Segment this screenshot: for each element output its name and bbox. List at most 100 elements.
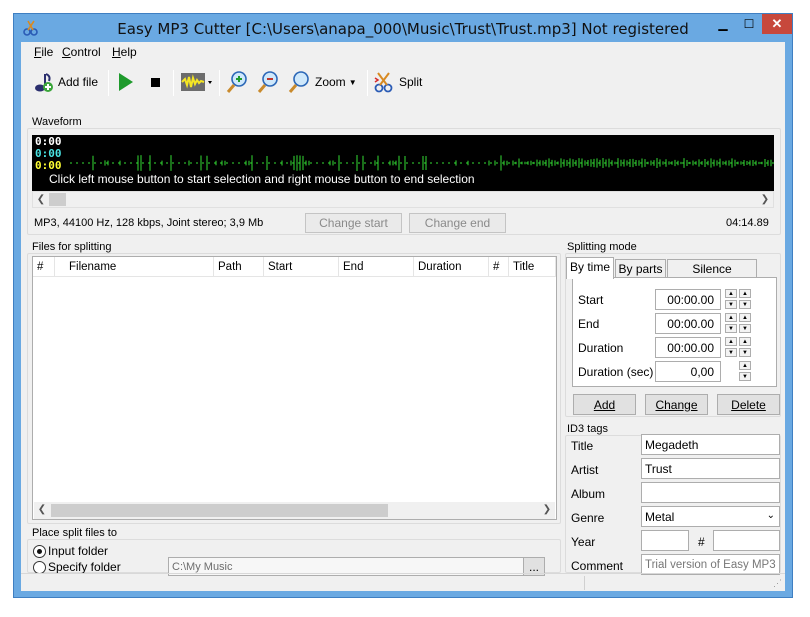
input-folder-label[interactable]: Input folder	[48, 544, 108, 558]
chevron-up-icon[interactable]: ▲	[739, 361, 751, 370]
start-spinner[interactable]: ▲ ▼	[725, 289, 737, 309]
comment-input[interactable]: Trial version of Easy MP3 Cu	[641, 554, 780, 575]
split-button[interactable]: Split	[372, 68, 422, 96]
maximize-button[interactable]: ☐	[736, 14, 762, 34]
start-input[interactable]: 00:00.00	[655, 289, 721, 310]
comment-label: Comment	[571, 559, 624, 573]
chevron-down-icon[interactable]: ▼	[739, 324, 751, 333]
column-header[interactable]: Filename	[55, 257, 214, 277]
waveform-mode-button[interactable]	[180, 68, 214, 96]
column-header[interactable]: #	[33, 257, 55, 277]
table-header: # Filename Path Start End Duration # Tit…	[33, 257, 556, 277]
chevron-up-icon[interactable]: ▲	[725, 337, 737, 346]
zoom-in-button[interactable]	[225, 68, 249, 96]
chevron-down-icon[interactable]: ▼	[725, 348, 737, 357]
add-file-icon	[35, 73, 53, 92]
column-header[interactable]: End	[339, 257, 414, 277]
genre-value: Metal	[645, 509, 675, 524]
chevron-down-icon[interactable]: ▼	[739, 348, 751, 357]
waveform-scrollbar[interactable]: ❮ ❯	[32, 191, 774, 208]
minimize-button[interactable]: ▁	[710, 14, 736, 34]
duration-sec-spinner[interactable]: ▲ ▼	[739, 361, 751, 381]
start-frame-spinner[interactable]: ▲ ▼	[739, 289, 751, 309]
scroll-left-icon[interactable]: ❮	[33, 192, 49, 207]
column-header[interactable]: #	[489, 257, 509, 277]
end-spinner[interactable]: ▲ ▼	[725, 313, 737, 333]
end-frame-spinner[interactable]: ▲ ▼	[739, 313, 751, 333]
column-header[interactable]: Duration	[414, 257, 489, 277]
waveform-hint: Click left mouse button to start selecti…	[49, 172, 475, 186]
delete-button[interactable]: Delete	[717, 394, 780, 415]
year-input[interactable]	[641, 530, 689, 551]
chevron-down-icon[interactable]: ⌄	[767, 510, 775, 521]
add-file-button[interactable]: Add file	[32, 68, 98, 96]
duration-spinner[interactable]: ▲ ▼	[725, 337, 737, 357]
delete-button-label: Delete	[731, 397, 766, 412]
menu-file[interactable]: File	[34, 45, 53, 59]
menu-help[interactable]: Help	[112, 45, 137, 59]
chevron-up-icon[interactable]: ▲	[725, 289, 737, 298]
album-input[interactable]	[641, 482, 780, 503]
title-input[interactable]: Megadeth	[641, 434, 780, 455]
play-button[interactable]	[114, 68, 136, 96]
chevron-up-icon[interactable]: ▲	[739, 313, 751, 322]
scroll-right-icon[interactable]: ❯	[539, 502, 555, 517]
files-scrollbar[interactable]: ❮ ❯	[34, 502, 555, 519]
close-button[interactable]: ✕	[762, 14, 792, 34]
change-start-button[interactable]: Change start	[305, 213, 402, 233]
add-button[interactable]: Add	[573, 394, 636, 415]
artist-input[interactable]: Trust	[641, 458, 780, 479]
waveform-display[interactable]: 0:00 0:00 0:00 Click left mouse button t…	[32, 135, 774, 191]
scroll-left-icon[interactable]: ❮	[34, 502, 50, 517]
chevron-up-icon[interactable]: ▲	[725, 313, 737, 322]
scroll-thumb[interactable]	[51, 504, 388, 517]
duration-label: Duration	[578, 341, 624, 355]
chevron-down-icon: ▼	[348, 77, 357, 87]
menu-control[interactable]: Control	[62, 45, 101, 59]
client-area: File Control Help Add file Zoom ▼ Split …	[21, 42, 785, 591]
files-group-label: Files for splitting	[30, 241, 114, 253]
duration-input[interactable]: 00:00.00	[655, 337, 721, 358]
change-end-button[interactable]: Change end	[409, 213, 506, 233]
chevron-down-icon[interactable]: ▼	[725, 324, 737, 333]
stop-button[interactable]	[144, 68, 166, 96]
column-header[interactable]: Title	[509, 257, 556, 277]
zoom-out-button[interactable]	[256, 68, 280, 96]
change-button[interactable]: Change	[645, 394, 708, 415]
duration-sec-label: Duration (sec)	[578, 365, 654, 379]
add-button-label: Add	[593, 397, 616, 412]
chevron-down-icon[interactable]: ▼	[739, 300, 751, 309]
tab-by-time[interactable]: By time	[566, 257, 614, 279]
tab-by-parts[interactable]: By parts	[615, 259, 666, 279]
zoom-button[interactable]: Zoom ▼	[287, 68, 357, 96]
scroll-right-icon[interactable]: ❯	[757, 192, 773, 207]
resize-grip-icon[interactable]: ⋰	[773, 578, 782, 589]
chevron-down-icon[interactable]: ▼	[739, 372, 751, 381]
by-time-panel: Start 00:00.00 ▲ ▼ ▲ ▼ End 00:00.00 ▲ ▼ ▲ ▼ …	[572, 277, 777, 387]
start-label: Start	[578, 293, 604, 307]
time-yellow: 0:00	[35, 159, 62, 172]
specify-folder-label[interactable]: Specify folder	[48, 560, 121, 574]
column-header[interactable]: Path	[214, 257, 264, 277]
split-label: Split	[399, 75, 423, 89]
genre-select[interactable]: Metal ⌄	[641, 506, 780, 527]
duration-sec-input[interactable]: 0,00	[655, 361, 721, 382]
duration-frame-spinner[interactable]: ▲ ▼	[739, 337, 751, 357]
files-table[interactable]: # Filename Path Start End Duration # Tit…	[32, 256, 557, 520]
chevron-up-icon[interactable]: ▲	[739, 337, 751, 346]
status-divider	[584, 576, 585, 590]
audio-info: MP3, 44100 Hz, 128 kbps, Joint stereo; 3…	[34, 217, 264, 229]
split-scissors-icon	[374, 72, 393, 93]
tab-silence-detection[interactable]: Silence detection	[667, 259, 757, 295]
chevron-down-icon[interactable]: ▼	[725, 300, 737, 309]
zoom-in-icon	[226, 71, 247, 93]
waveform-mode-icon	[181, 73, 212, 91]
end-input[interactable]: 00:00.00	[655, 313, 721, 334]
chevron-up-icon[interactable]: ▲	[739, 289, 751, 298]
end-label: End	[578, 317, 600, 331]
track-input[interactable]	[713, 530, 780, 551]
column-header[interactable]: Start	[264, 257, 339, 277]
title-bar[interactable]: Easy MP3 Cutter [C:\Users\anapa_000\Musi…	[14, 14, 792, 42]
scroll-thumb[interactable]	[49, 193, 66, 206]
input-folder-radio[interactable]	[33, 545, 46, 558]
